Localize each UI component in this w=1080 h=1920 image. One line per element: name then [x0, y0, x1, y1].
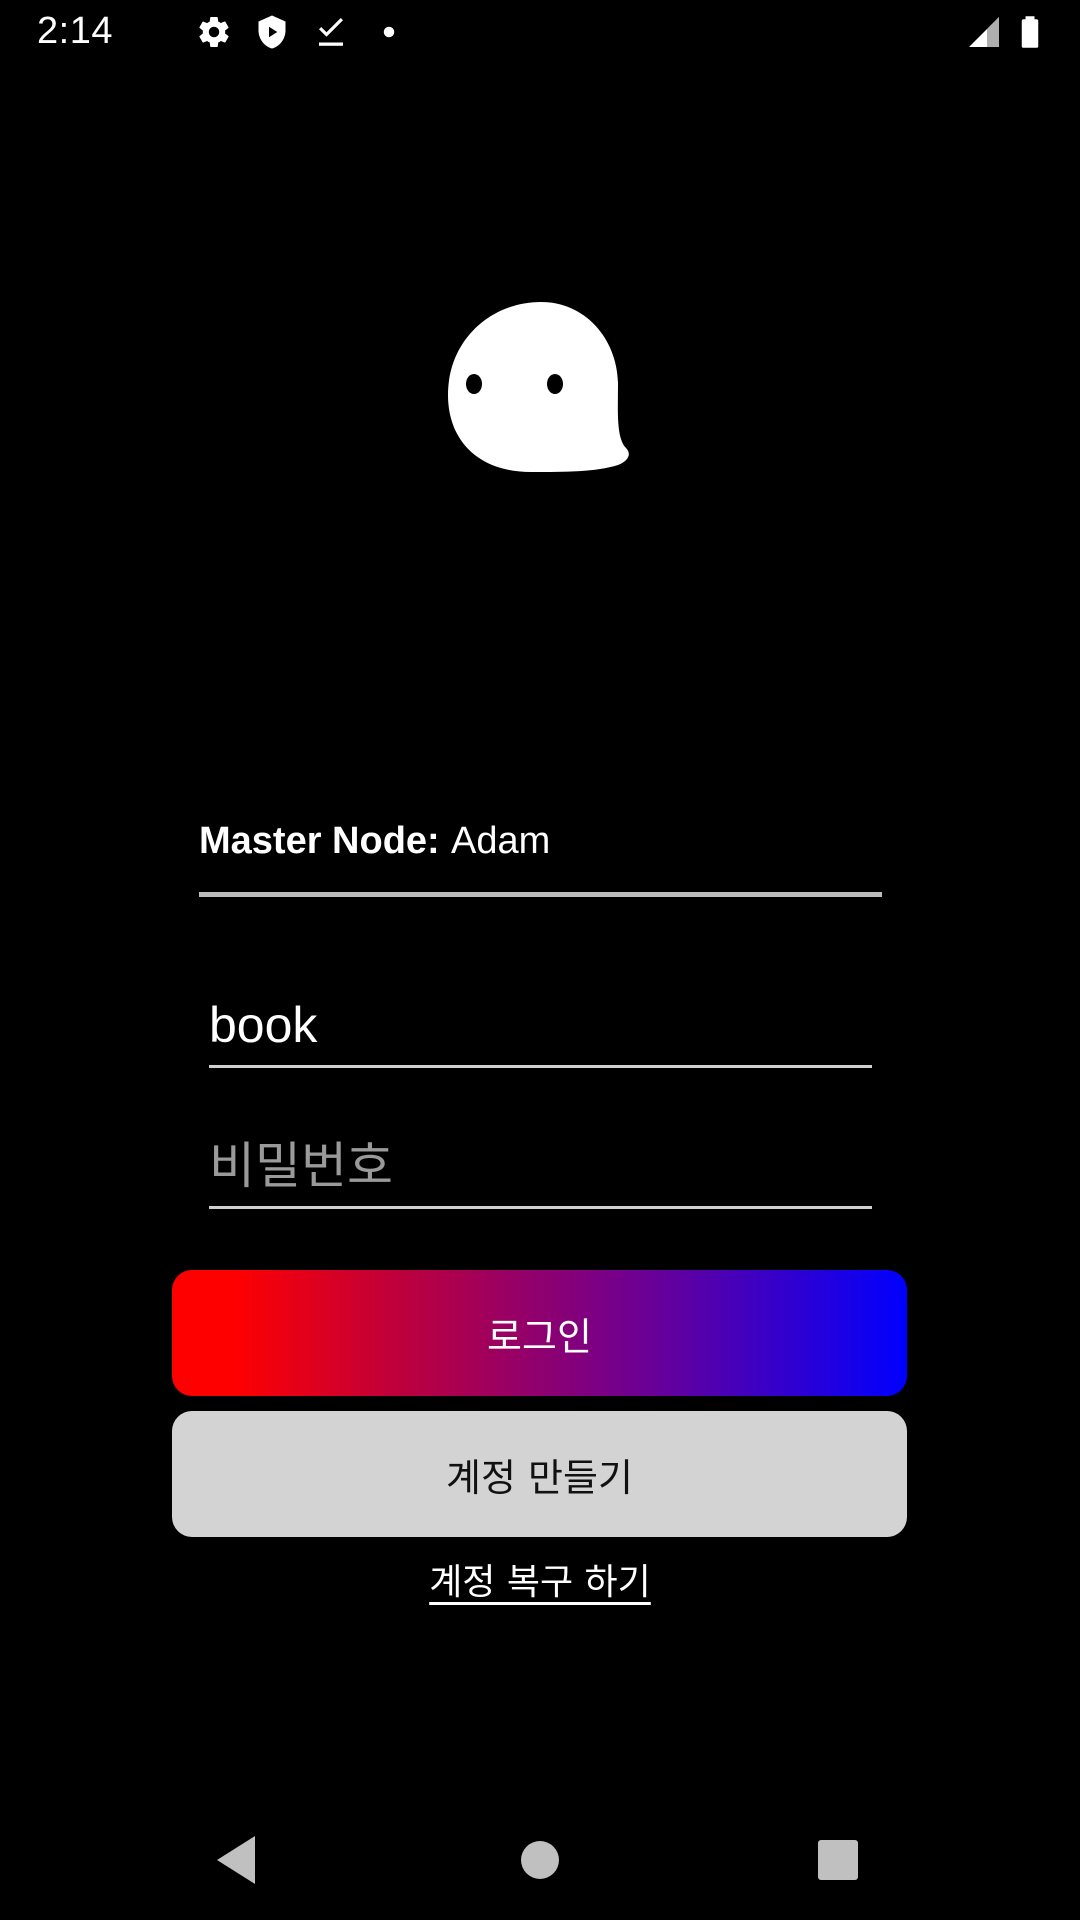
master-node-label: Master Node:	[199, 820, 440, 862]
login-button[interactable]: 로그인	[172, 1270, 907, 1396]
master-node-divider	[199, 892, 882, 897]
ghost-logo-icon	[446, 300, 636, 475]
username-field-container	[209, 985, 872, 1068]
back-icon[interactable]	[207, 1828, 271, 1892]
battery-icon	[1012, 14, 1048, 50]
create-account-button[interactable]: 계정 만들기	[172, 1411, 907, 1537]
password-field-container	[209, 1126, 872, 1209]
shield-icon	[254, 14, 290, 50]
home-icon[interactable]	[508, 1828, 572, 1892]
recover-account-link[interactable]: 계정 복구 하기	[0, 1553, 1080, 1605]
gear-icon	[196, 14, 232, 50]
navigation-bar	[0, 1800, 1080, 1920]
master-node-value: Adam	[451, 820, 551, 862]
recents-icon[interactable]	[806, 1828, 870, 1892]
status-time: 2:14	[37, 10, 113, 52]
username-input[interactable]	[209, 993, 872, 1057]
cell-signal-icon	[966, 14, 1002, 50]
master-node-row: Master Node: Adam	[199, 800, 882, 900]
notification-dot-icon	[371, 14, 407, 50]
download-done-icon	[313, 14, 349, 50]
status-bar: 2:14	[0, 0, 1080, 64]
password-input[interactable]	[209, 1134, 872, 1198]
